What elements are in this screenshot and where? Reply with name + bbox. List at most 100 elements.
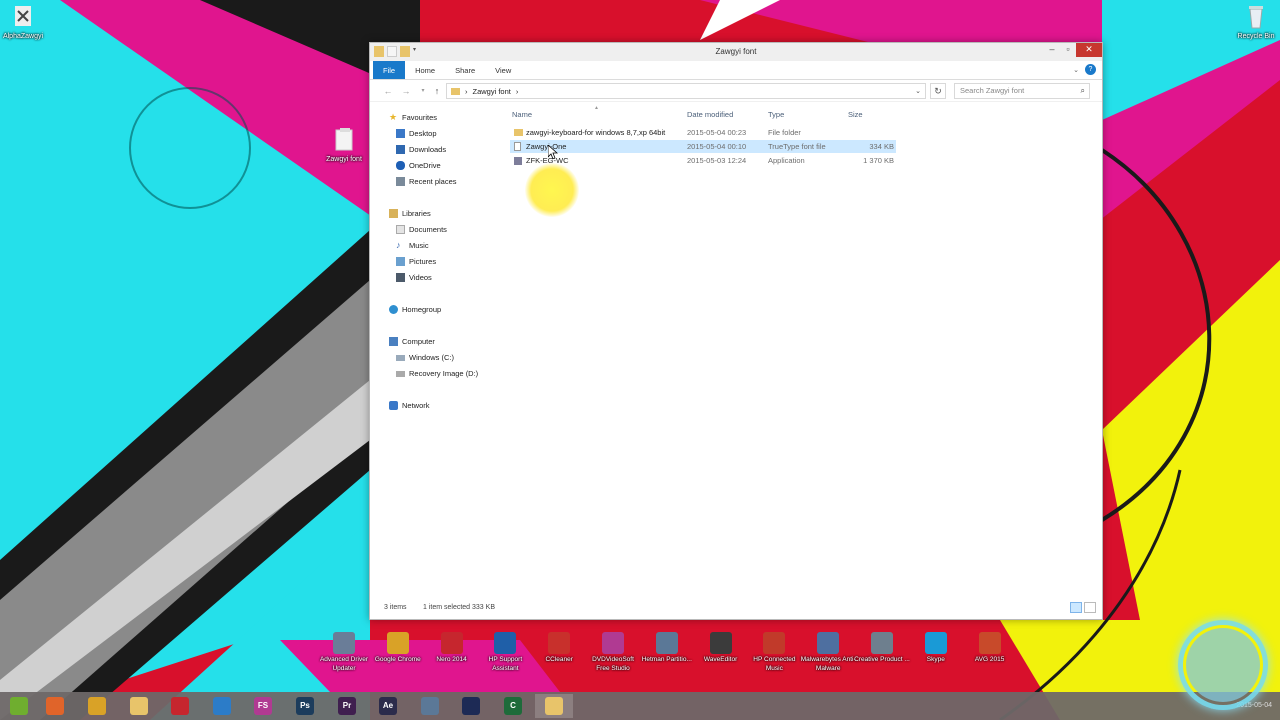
nav-desktop[interactable]: Desktop [396, 129, 437, 138]
media-player-icon [213, 697, 231, 715]
close-button[interactable]: ✕ [1076, 43, 1102, 57]
shortcut-wave[interactable]: WaveEditor [693, 632, 749, 665]
breadcrumb-current[interactable]: Zawgyi font [473, 87, 511, 96]
shortcut-ccleaner[interactable]: CCleaner [531, 632, 587, 665]
tab-share[interactable]: Share [445, 61, 485, 79]
shortcut-chrome[interactable]: Google Chrome [370, 632, 426, 665]
font-file-icon [514, 142, 521, 151]
firefox-icon [46, 697, 64, 715]
address-dropdown-icon[interactable]: ⌄ [915, 87, 921, 95]
nav-downloads[interactable]: Downloads [396, 145, 446, 154]
shortcut-malwarebytes[interactable]: Malwarebytes Anti-Malware [800, 632, 856, 674]
nav-network[interactable]: Network [389, 401, 430, 410]
taskbar-button-premiere[interactable]: Pr [328, 694, 366, 718]
file-date: 2015-05-04 00:10 [687, 142, 747, 151]
nav-label: Downloads [409, 145, 447, 154]
desktop-icon-label: AlphaZawgyi [2, 33, 44, 40]
application-icon [514, 157, 522, 165]
recent-locations-button[interactable]: ▾ [417, 85, 429, 97]
nav-computer[interactable]: Computer [389, 337, 435, 346]
column-header-size[interactable]: Size [848, 110, 863, 119]
nav-drive-c[interactable]: Windows (C:) [396, 353, 454, 362]
maximize-button[interactable]: ▫ [1060, 43, 1076, 57]
taskbar-button-freestudio[interactable]: FS [244, 694, 282, 718]
shortcut-label: Malwarebytes Anti-Malware [800, 656, 856, 672]
nav-libraries[interactable]: Libraries [389, 209, 431, 218]
back-button[interactable]: ← [382, 85, 394, 97]
taskbar-button-file-explorer[interactable] [120, 694, 158, 718]
search-icon[interactable]: ⌕ [1081, 84, 1085, 98]
nav-music[interactable]: ♪ Music [396, 241, 429, 251]
help-icon[interactable]: ? [1085, 64, 1096, 75]
nav-pictures[interactable]: Pictures [396, 257, 436, 266]
taskbar-button-explorer-window[interactable] [535, 694, 573, 718]
expand-ribbon-icon[interactable]: ⌄ [1073, 66, 1079, 74]
details-view-button[interactable] [1070, 602, 1082, 613]
taskbar-button-firefox[interactable] [36, 694, 74, 718]
title-bar[interactable]: ▾ Zawgyi font – ▫ ✕ [370, 43, 1102, 61]
taskbar-button-camtasia[interactable]: C [494, 694, 532, 718]
nav-label: Homegroup [402, 305, 442, 314]
refresh-button[interactable]: ↻ [930, 83, 946, 99]
folder-icon [451, 87, 460, 95]
camtasia-icon: C [504, 697, 522, 715]
shortcut-nero[interactable]: Nero 2014 [424, 632, 480, 665]
nvidia-icon [10, 697, 28, 715]
shortcut-driver[interactable]: Advanced Driver Updater [316, 632, 372, 674]
search-input[interactable]: Search Zawgyi font ⌕ [954, 83, 1090, 99]
sort-ascending-icon: ▲ [594, 105, 599, 111]
shortcut-hp[interactable]: HP Support Assistant [477, 632, 533, 674]
address-bar[interactable]: › Zawgyi font › ⌄ [446, 83, 926, 99]
recent-places-icon [396, 177, 405, 186]
tab-file[interactable]: File [373, 61, 406, 79]
taskbar-button-hetman[interactable] [411, 694, 449, 718]
shortcut-skype[interactable]: Skype [908, 632, 964, 665]
taskbar-button-photoshop[interactable]: Ps [286, 694, 324, 718]
column-header-type[interactable]: Type [768, 110, 784, 119]
nav-documents[interactable]: Documents [396, 225, 447, 234]
wave-icon [709, 632, 732, 654]
nav-drive-d[interactable]: Recovery Image (D:) [396, 369, 478, 378]
nav-recent-places[interactable]: Recent places [396, 177, 457, 186]
shortcut-hetman[interactable]: Hetman Partitio... [639, 632, 695, 665]
file-row[interactable]: ZFK-EG-WC 2015-05-03 12:24 Application 1… [510, 154, 896, 167]
taskbar-button-nvidia[interactable] [0, 694, 38, 718]
window-title: Zawgyi font [715, 47, 757, 56]
forward-button[interactable]: → [400, 85, 412, 97]
file-explorer-icon [130, 697, 148, 715]
nav-homegroup[interactable]: Homegroup [389, 305, 441, 314]
tab-home[interactable]: Home [405, 61, 445, 79]
shortcut-creative[interactable]: Creative Product ... [854, 632, 910, 665]
nero-icon [171, 697, 189, 715]
status-item-count: 3 items [384, 604, 407, 611]
shortcut-label: HP Connected Music [753, 656, 796, 672]
minimize-button[interactable]: – [1044, 43, 1060, 57]
taskbar-button-nero[interactable] [161, 694, 199, 718]
file-row[interactable]: Zawgyi-One 2015-05-04 00:10 TrueType fon… [510, 140, 896, 153]
taskbar-button-cinema4d[interactable] [452, 694, 490, 718]
file-name: Zawgyi-One [526, 142, 567, 151]
large-icons-view-button[interactable] [1084, 602, 1096, 613]
cinema4d-icon [462, 697, 480, 715]
shortcut-music[interactable]: HP Connected Music [746, 632, 802, 674]
libraries-icon [389, 209, 398, 218]
recycle-bin-icon [1249, 6, 1263, 29]
column-header-name[interactable]: Name [512, 110, 532, 119]
mouse-cursor-icon [548, 145, 558, 159]
shortcut-label: Nero 2014 [436, 656, 467, 663]
shortcut-fs[interactable]: DVDVideoSoft Free Studio [585, 632, 641, 674]
taskbar-button-aftereffects[interactable]: Ae [369, 694, 407, 718]
taskbar-button-media-player[interactable] [203, 694, 241, 718]
shortcut-label: Creative Product ... [854, 656, 910, 663]
nav-videos[interactable]: Videos [396, 273, 432, 282]
nav-favourites[interactable]: ★ Favourites [389, 113, 437, 123]
up-button[interactable]: ↑ [431, 85, 443, 97]
desktop-icon-alphazawgyi[interactable]: AlphaZawgyi [0, 3, 58, 40]
desktop-icon-recycle-bin[interactable]: Recycle Bin [1221, 3, 1280, 40]
column-header-date[interactable]: Date modified [687, 110, 733, 119]
file-row[interactable]: zawgyi-keyboard-for windows 8,7,xp 64bit… [510, 126, 896, 139]
nav-onedrive[interactable]: OneDrive [396, 161, 441, 170]
taskbar-button-chrome[interactable] [78, 694, 116, 718]
shortcut-avg[interactable]: AVG 2015 [962, 632, 1018, 665]
tab-view[interactable]: View [485, 61, 521, 79]
